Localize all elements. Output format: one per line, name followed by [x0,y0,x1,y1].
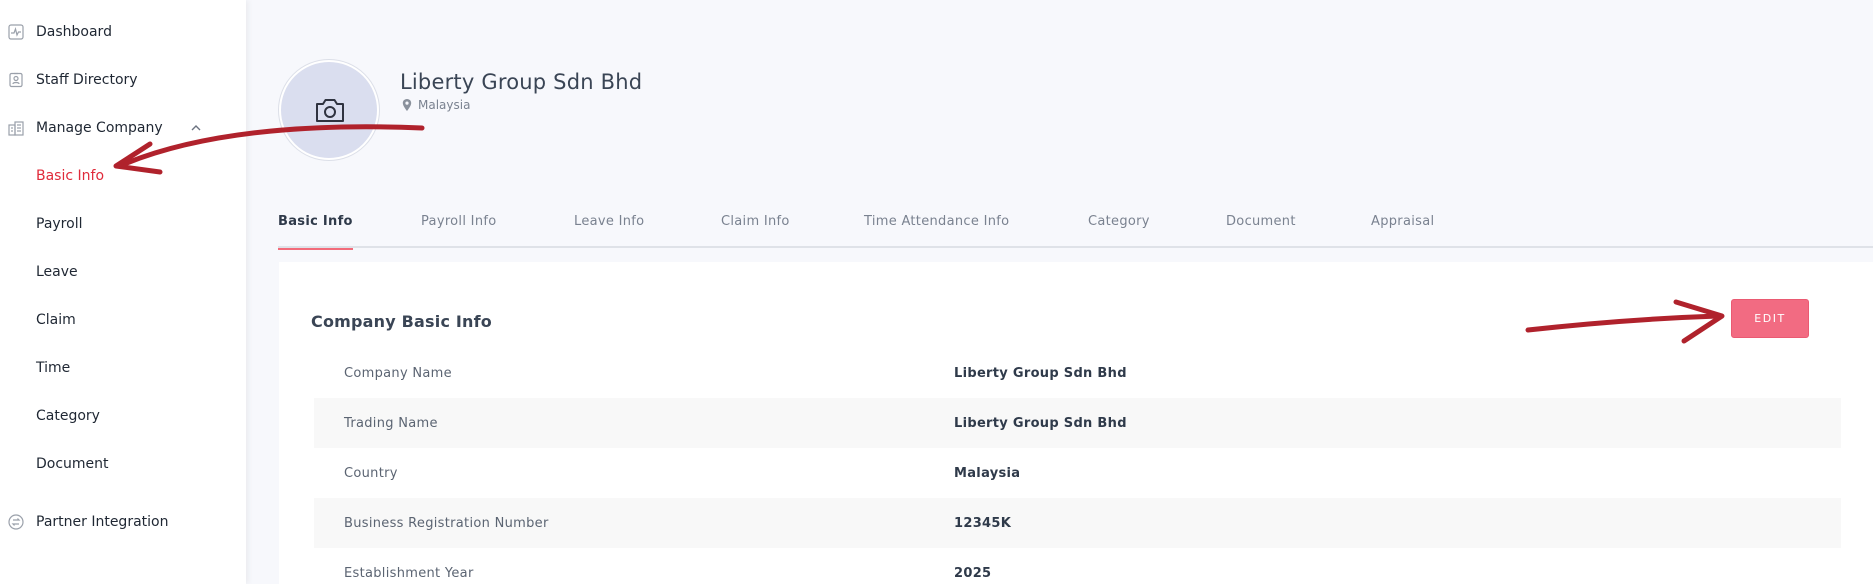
location-pin-icon [402,99,412,111]
edit-button[interactable]: EDIT [1731,299,1809,338]
field-value: 2025 [954,565,992,581]
tab-leave-info[interactable]: Leave Info [574,210,644,248]
sidebar-item-document[interactable]: Document [0,450,246,478]
table-row: Country Malaysia [314,448,1841,498]
sidebar-item-leave[interactable]: Leave [0,258,246,286]
sidebar-item-staff-directory[interactable]: Staff Directory [0,66,246,94]
field-label: Establishment Year [344,565,474,581]
exchange-icon [8,514,24,530]
field-label: Company Name [344,365,452,381]
sidebar-item-manage-company[interactable]: Manage Company [0,114,246,142]
sidebar-item-partner-integration[interactable]: Partner Integration [0,508,246,536]
field-label: Country [344,465,398,481]
card-title: Company Basic Info [311,312,492,331]
sidebar-item-dashboard[interactable]: Dashboard [0,18,246,46]
chevron-up-icon[interactable] [190,122,202,134]
sidebar-item-label: Partner Integration [36,514,169,530]
company-logo-upload[interactable] [279,60,379,160]
building-icon [8,121,24,136]
field-label: Trading Name [344,415,438,431]
tab-document[interactable]: Document [1226,210,1296,248]
sidebar-item-label: Dashboard [36,24,112,40]
sidebar-item-label: Manage Company [36,120,163,136]
company-location-text: Malaysia [418,98,471,112]
sidebar-item-basic-info[interactable]: Basic Info [0,162,246,190]
main-content: Liberty Group Sdn Bhd Malaysia Basic Inf… [246,0,1873,584]
tab-appraisal[interactable]: Appraisal [1371,210,1434,248]
tab-bar: Basic Info Payroll Info Leave Info Claim… [278,210,1873,250]
tab-basic-info[interactable]: Basic Info [278,210,353,250]
tab-claim-info[interactable]: Claim Info [721,210,790,248]
field-value: Malaysia [954,465,1021,481]
field-value: Liberty Group Sdn Bhd [954,415,1127,431]
id-card-icon [9,72,23,88]
sidebar-item-label: Category [36,408,100,424]
company-location: Malaysia [400,98,470,112]
sidebar-item-label: Time [36,360,71,376]
sidebar-item-label: Document [36,456,109,472]
sidebar-item-label: Leave [36,264,78,280]
tab-time-attendance-info[interactable]: Time Attendance Info [864,210,1009,248]
camera-icon [316,99,344,122]
field-value: 12345K [954,515,1012,531]
sidebar-item-time[interactable]: Time [0,354,246,382]
tab-payroll-info[interactable]: Payroll Info [421,210,497,248]
table-row: Company Name Liberty Group Sdn Bhd [314,348,1841,398]
sidebar-item-label: Staff Directory [36,72,138,88]
sidebar: Dashboard Staff Directory Manage Company… [0,0,246,584]
table-row: Establishment Year 2025 [314,548,1841,584]
sidebar-item-label: Claim [36,312,76,328]
tab-category[interactable]: Category [1088,210,1150,248]
sidebar-item-category[interactable]: Category [0,402,246,430]
table-row: Trading Name Liberty Group Sdn Bhd [314,398,1841,448]
sidebar-item-label: Basic Info [36,168,105,184]
sidebar-item-payroll[interactable]: Payroll [0,210,246,238]
sidebar-item-claim[interactable]: Claim [0,306,246,334]
activity-icon [8,24,24,40]
field-label: Business Registration Number [344,515,549,531]
table-row: Business Registration Number 12345K [314,498,1841,548]
field-value: Liberty Group Sdn Bhd [954,365,1127,381]
sidebar-item-label: Payroll [36,216,83,232]
company-title: Liberty Group Sdn Bhd [400,70,643,94]
